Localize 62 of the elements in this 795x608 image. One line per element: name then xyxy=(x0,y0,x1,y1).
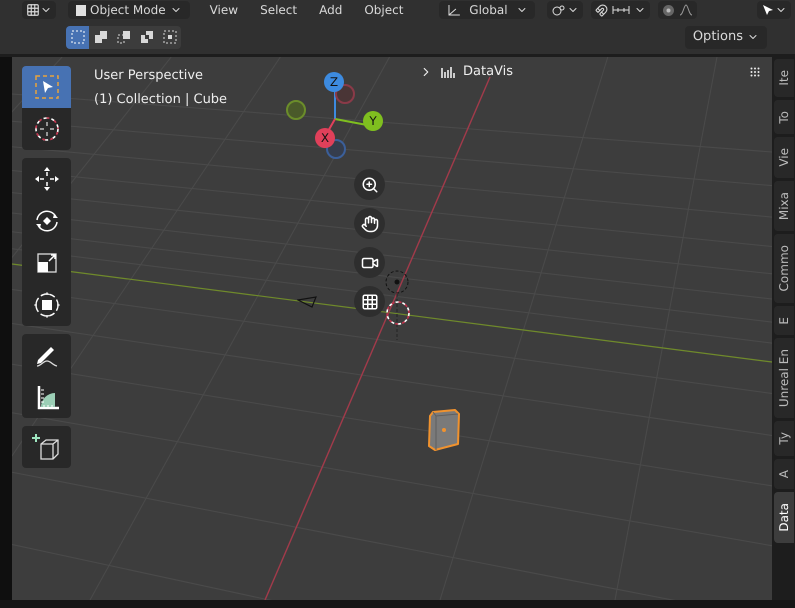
sidebar-tab[interactable]: Unreal En xyxy=(774,338,794,418)
snap-button[interactable] xyxy=(591,1,650,19)
proportional-button[interactable] xyxy=(658,1,698,19)
cube-object-drawing xyxy=(427,408,461,452)
tool-button[interactable] xyxy=(22,158,71,200)
link-icon xyxy=(551,4,568,16)
sidebar-tab[interactable]: A xyxy=(774,458,794,490)
menu-item[interactable]: Select xyxy=(260,1,298,19)
mode-dropdown[interactable]: Object Mode xyxy=(68,1,190,19)
magnet-icon xyxy=(595,4,608,16)
sidebar-tab[interactable]: Vie xyxy=(774,137,794,178)
select-subtract-icon xyxy=(116,29,132,45)
tool-button[interactable] xyxy=(22,284,71,326)
collection-label: (1) Collection | Cube xyxy=(94,90,228,108)
falloff-curve-icon xyxy=(679,4,694,16)
bar-chart-icon xyxy=(441,65,455,79)
panel-title: DataVis xyxy=(463,63,514,82)
pivot-button[interactable] xyxy=(547,1,584,19)
sidebar-tab[interactable]: Ite xyxy=(774,59,794,97)
hand-icon xyxy=(360,214,378,232)
drag-handle-icon[interactable] xyxy=(749,66,761,78)
selection-mode-button[interactable] xyxy=(66,26,89,48)
view-title: User Perspective xyxy=(94,67,204,85)
tool-button[interactable] xyxy=(22,376,71,418)
overlay-button[interactable] xyxy=(757,1,791,19)
increment-icon xyxy=(612,5,630,15)
zoom-icon xyxy=(360,176,378,194)
camera-button[interactable] xyxy=(354,247,385,278)
sidebar-tab[interactable]: To xyxy=(774,100,794,134)
orientation-dropdown[interactable]: Global xyxy=(439,1,536,19)
perspective-button[interactable] xyxy=(354,286,385,317)
cursor-arrow-icon xyxy=(761,3,775,17)
pan-button[interactable] xyxy=(354,208,385,239)
3d-cursor-icon xyxy=(385,300,411,326)
sidebar-tab[interactable]: Data xyxy=(774,492,794,543)
tool-button[interactable] xyxy=(22,334,71,376)
selection-mode-button[interactable] xyxy=(89,26,112,48)
selection-mode-button[interactable] xyxy=(158,26,181,48)
sidebar-tab[interactable]: Ty xyxy=(774,421,794,456)
camera-object-icon xyxy=(297,296,317,308)
tool-button[interactable] xyxy=(22,426,71,468)
zoom-button[interactable] xyxy=(354,169,385,200)
select-extend-icon xyxy=(92,29,108,45)
grid-icon xyxy=(26,3,40,17)
select-intersect-icon xyxy=(162,29,178,45)
tool-button[interactable] xyxy=(22,108,71,150)
transform-icon xyxy=(32,290,62,320)
select-new-icon xyxy=(70,29,86,45)
editor-type-button[interactable] xyxy=(22,1,56,19)
add-cube-icon xyxy=(32,432,62,462)
menu-item[interactable]: Object xyxy=(364,1,404,19)
sidebar-tab[interactable]: E xyxy=(774,306,794,336)
menu-item[interactable]: Add xyxy=(319,1,342,19)
options-dropdown[interactable]: Options xyxy=(684,26,767,48)
sidebar-tab[interactable]: Commo xyxy=(774,234,794,303)
axes-icon xyxy=(447,4,462,16)
light-drawing xyxy=(385,270,411,342)
select-difference-icon xyxy=(138,29,154,45)
menu-item[interactable]: View xyxy=(210,1,238,19)
grid-icon xyxy=(360,292,378,310)
target-icon xyxy=(662,4,676,16)
sidebar-tab[interactable]: Mixa xyxy=(774,180,794,232)
